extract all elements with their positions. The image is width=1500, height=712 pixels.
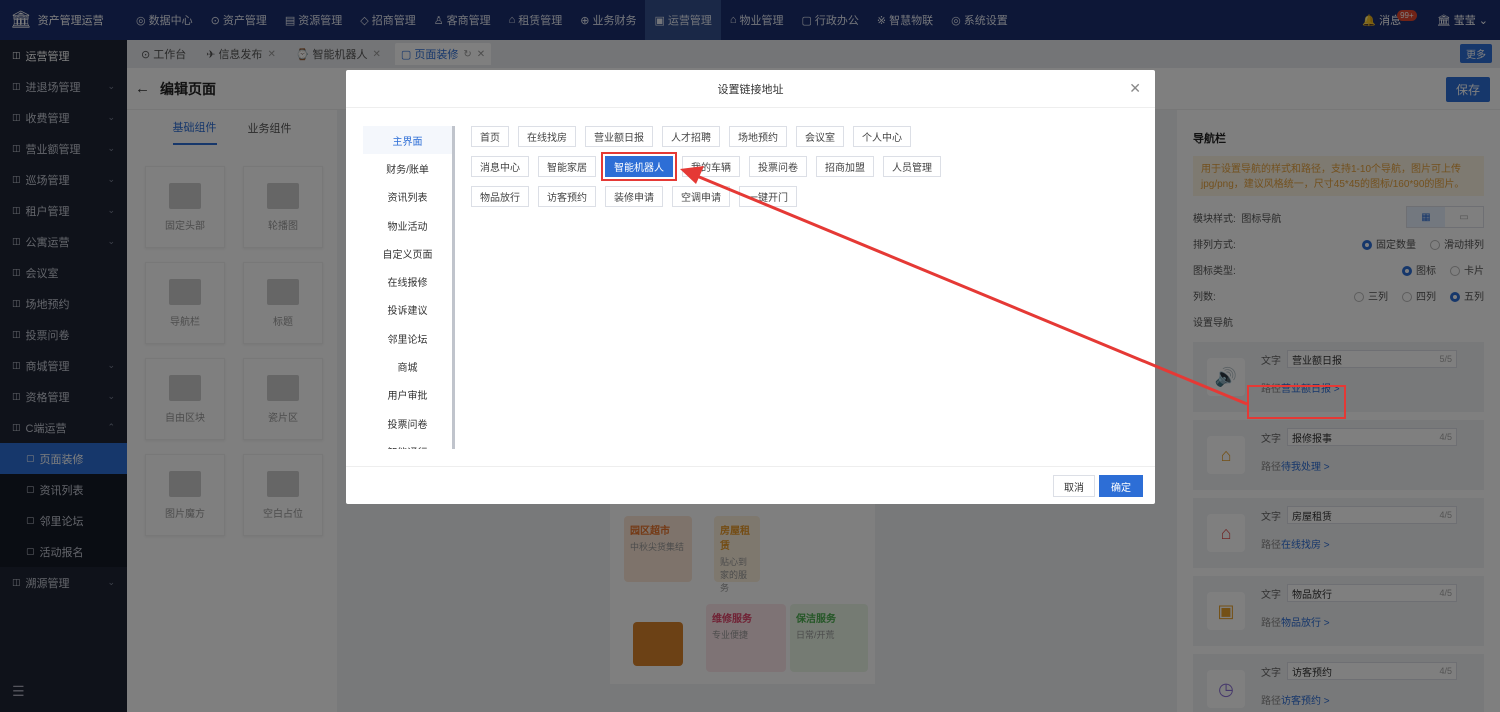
link-option[interactable]: 智能机器人 bbox=[605, 156, 673, 177]
dialog-title: 设置链接地址 ✕ bbox=[346, 70, 1155, 108]
category-item-7[interactable]: 邻里论坛 bbox=[363, 324, 452, 352]
category-item-5[interactable]: 在线报修 bbox=[363, 267, 452, 295]
dialog-body: 主界面 财务/账单 资讯列表 物业活动 自定义页面 在线报修 投诉建议 邻里论坛 商城 用户审批投… bbox=[346, 108, 1155, 466]
category-item-9[interactable]: 用户审批 bbox=[363, 381, 452, 409]
link-row: 物品放行 访客预约 装修申请 空调申请 一键开门 bbox=[471, 186, 1151, 207]
selected-link-highlight: 智能机器人 bbox=[601, 152, 677, 181]
link-option[interactable]: 会议室 bbox=[796, 126, 844, 147]
link-row: 消息中心 智能家居 智能机器人 我的车辆 投票问卷 招商加盟 人员管理 bbox=[471, 152, 1151, 181]
link-option[interactable]: 我的车辆 bbox=[682, 156, 740, 177]
dialog-footer: 取消 确定 bbox=[346, 466, 1155, 504]
category-item-10[interactable]: 投票问卷 bbox=[363, 409, 452, 437]
link-option[interactable]: 营业额日报 bbox=[585, 126, 653, 147]
link-option[interactable]: 空调申请 bbox=[672, 186, 730, 207]
link-dialog: 设置链接地址 ✕ 主界面 财务/账单 资讯列表 物业活动 自定义页面 在线报修 投诉建议 邻里… bbox=[346, 70, 1155, 504]
link-option[interactable]: 投票问卷 bbox=[749, 156, 807, 177]
category-list[interactable]: 主界面 财务/账单 资讯列表 物业活动 自定义页面 在线报修 投诉建议 邻里论坛 商城 用户审批投… bbox=[363, 126, 455, 449]
link-option[interactable]: 人才招聘 bbox=[662, 126, 720, 147]
link-option[interactable]: 场地预约 bbox=[729, 126, 787, 147]
link-option[interactable]: 物品放行 bbox=[471, 186, 529, 207]
category-item-6[interactable]: 投诉建议 bbox=[363, 296, 452, 324]
link-option[interactable]: 招商加盟 bbox=[816, 156, 874, 177]
category-item-0[interactable]: 主界面 bbox=[363, 126, 452, 155]
link-options: 首页 在线找房 营业额日报 人才招聘 场地预约 会议室 个人中心 消息中心 智能家居 智能机器人我… bbox=[471, 126, 1151, 216]
link-option[interactable]: 在线找房 bbox=[518, 126, 576, 147]
link-option[interactable]: 人员管理 bbox=[883, 156, 941, 177]
category-item-1[interactable]: 财务/账单 bbox=[363, 154, 452, 182]
confirm-button[interactable]: 确定 bbox=[1099, 475, 1143, 497]
link-option[interactable]: 访客预约 bbox=[538, 186, 596, 207]
cancel-button[interactable]: 取消 bbox=[1053, 475, 1095, 497]
link-option[interactable]: 一键开门 bbox=[739, 186, 797, 207]
link-option[interactable]: 个人中心 bbox=[853, 126, 911, 147]
category-item-2[interactable]: 资讯列表 bbox=[363, 183, 452, 211]
category-item-3[interactable]: 物业活动 bbox=[363, 211, 452, 239]
close-icon[interactable]: ✕ bbox=[1129, 80, 1141, 97]
category-item-4[interactable]: 自定义页面 bbox=[363, 239, 452, 267]
category-item-11[interactable]: 智能通行 bbox=[363, 437, 452, 449]
link-row: 首页 在线找房 营业额日报 人才招聘 场地预约 会议室 个人中心 bbox=[471, 126, 1151, 147]
link-option[interactable]: 消息中心 bbox=[471, 156, 529, 177]
path-highlight-box bbox=[1247, 385, 1346, 419]
link-option[interactable]: 智能家居 bbox=[538, 156, 596, 177]
category-item-8[interactable]: 商城 bbox=[363, 352, 452, 380]
link-option[interactable]: 装修申请 bbox=[605, 186, 663, 207]
link-option[interactable]: 首页 bbox=[471, 126, 509, 147]
